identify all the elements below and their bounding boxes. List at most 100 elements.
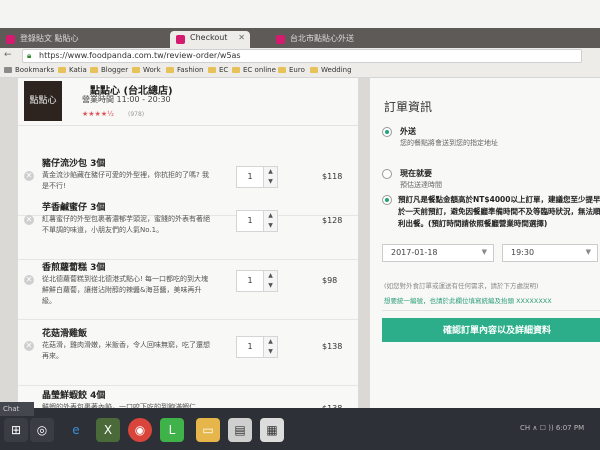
chat-widget[interactable]: Chat	[0, 402, 34, 416]
preorder-text: 預訂凡是餐點金額高於NT$4000以上訂單，建議您至少提早於一天前預訂，避免因餐…	[398, 195, 600, 228]
bookmark-label: Bookmarks	[15, 66, 55, 74]
item-price: $138	[322, 342, 343, 351]
tab-close-icon[interactable]: ✕	[238, 33, 245, 42]
system-tray[interactable]: CH ∧ ☐ )) 6:07 PM	[520, 424, 584, 432]
asap-radio[interactable]	[382, 169, 392, 179]
bookmark-label: Work	[143, 66, 161, 74]
tab-first[interactable]: 登錄貼文 點貼心	[0, 31, 100, 48]
quantity-stepper[interactable]: ▲ ▼	[264, 336, 278, 358]
url-text: https://www.foodpanda.com.tw/review-orde…	[39, 51, 241, 60]
bookmark-ec-online[interactable]: EC online	[232, 66, 276, 74]
confirm-order-button[interactable]: 確認訂單內容以及詳細資料	[382, 318, 600, 342]
folder-icon	[310, 67, 318, 73]
bookmark-blogger[interactable]: Blogger	[90, 66, 128, 74]
bookmark-work[interactable]: Work	[132, 66, 161, 74]
decrement-icon[interactable]: ▼	[268, 282, 273, 289]
bookmark-label: EC	[219, 66, 229, 74]
remove-item-icon[interactable]: ✕	[24, 215, 34, 225]
remove-item-icon[interactable]: ✕	[24, 341, 34, 351]
restaurant-hours: 營業時間 11:00 - 20:30	[82, 95, 171, 104]
ie-browser-icon[interactable]: e	[64, 418, 88, 442]
date-value: 2017-01-18	[391, 248, 438, 257]
folder-icon	[90, 67, 98, 73]
bookmark-label: Blogger	[101, 66, 129, 74]
quantity-input[interactable]: 1	[236, 166, 264, 188]
folder-icon	[278, 67, 286, 73]
tab-favicon-icon	[276, 35, 285, 44]
app-icon[interactable]: ▤	[228, 418, 252, 442]
item-name: 芋香鹹蜜仔 3個	[42, 203, 106, 213]
item-description: 花菇滑，雞肉滑嫩，米飯香，令人回味無窮，吃了還想再來。	[42, 341, 210, 360]
option-subtext: 您的餐點將會送到您的指定地址	[400, 139, 498, 147]
bookmark-label: Euro	[289, 66, 305, 74]
cart-item: 香煎蘿蔔糕 3個 ✕ 從北德蘿蔔糕到從北德港式點心! 每一口都吃的到大塊鮮鮮白蘿…	[18, 260, 358, 320]
lock-icon: 🔒︎	[27, 51, 32, 60]
quantity-input[interactable]: 1	[236, 336, 264, 358]
item-description: 紅薯蜜仔的外型包裹著濃郁芋頭泥，蜜餞的外表有著絕不單調的味道，小朋友們的人氣No…	[42, 215, 210, 234]
notes-icon[interactable]: ▦	[260, 418, 284, 442]
date-select[interactable]: 2017-01-18 ▼	[382, 244, 494, 262]
panel-title: 訂單資訊	[384, 100, 433, 114]
tab-label: 台北市點貼心外送	[290, 34, 354, 43]
option-label: 外送	[400, 127, 416, 136]
increment-icon[interactable]: ▲	[268, 168, 273, 175]
option-subtext: 預估送達時間	[400, 181, 442, 189]
decrement-icon[interactable]: ▼	[268, 222, 273, 229]
increment-icon[interactable]: ▲	[268, 212, 273, 219]
divider	[382, 310, 600, 311]
tab-label: Checkout	[190, 33, 228, 42]
decrement-icon[interactable]: ▼	[268, 178, 273, 185]
browser-tab-strip: 登錄貼文 點貼心 Checkout ✕ 台北市點貼心外送	[0, 28, 600, 48]
remove-item-icon[interactable]: ✕	[24, 275, 34, 285]
cart-item: 花菇滑雞飯 ✕ 花菇滑，雞肉滑嫩，米飯香，令人回味無窮，吃了還想再來。 1 ▲ ▼…	[18, 326, 358, 386]
bookmark-fashion[interactable]: Fashion	[166, 66, 203, 74]
tab-label: 登錄貼文 點貼心	[20, 34, 79, 43]
quantity-stepper[interactable]: ▲ ▼	[264, 270, 278, 292]
screen: 登錄貼文 點貼心 Checkout ✕ 台北市點貼心外送 ← 🔒︎ https:…	[0, 0, 600, 450]
start-icon[interactable]: ⊞	[4, 418, 28, 442]
time-select[interactable]: 19:30 ▼	[502, 244, 598, 262]
folder-icon	[208, 67, 216, 73]
remove-item-icon[interactable]: ✕	[24, 171, 34, 181]
decrement-icon[interactable]: ▼	[268, 348, 273, 355]
tab-favicon-icon	[6, 35, 15, 44]
order-info-panel: 訂單資訊 外送 您的餐點將會送到您的指定地址 現在就要 預估送達時間 預訂凡是餐…	[370, 78, 600, 408]
quantity-input[interactable]: 1	[236, 210, 264, 232]
item-price: $128	[322, 216, 343, 225]
bookmark-wedding[interactable]: Wedding	[310, 66, 352, 74]
increment-icon[interactable]: ▲	[268, 338, 273, 345]
line-icon[interactable]: L	[160, 418, 184, 442]
tax-id-link[interactable]: 想要統一編號，也請於此欄位填寫統編及抬頭 XXXXXXXX	[384, 295, 552, 305]
quantity-stepper[interactable]: ▲ ▼	[264, 166, 278, 188]
tab-third[interactable]: 台北市點貼心外送	[270, 31, 370, 48]
preorder-radio[interactable]	[382, 195, 392, 205]
bookmark-label: Katia	[69, 66, 87, 74]
time-value: 19:30	[511, 248, 535, 257]
browser-toolbar: ← 🔒︎ https://www.foodpanda.com.tw/review…	[0, 48, 600, 64]
quantity-stepper[interactable]: ▲ ▼	[264, 210, 278, 232]
increment-icon[interactable]: ▲	[268, 272, 273, 279]
address-bar[interactable]: 🔒︎ https://www.foodpanda.com.tw/review-o…	[22, 49, 582, 63]
bookmark-euro[interactable]: Euro	[278, 66, 305, 74]
folder-icon[interactable]: ▭	[196, 418, 220, 442]
delivery-radio[interactable]	[382, 127, 392, 137]
order-note-hint: (如您對外食訂單或運送有任何需求，請於下方處說明)	[384, 282, 539, 290]
excel-icon[interactable]: X	[96, 418, 120, 442]
item-name: 晶瑩鮮蝦餃 4個	[42, 391, 106, 401]
back-icon[interactable]: ←	[4, 50, 12, 60]
bookmark-ec[interactable]: EC	[208, 66, 228, 74]
rating-count: (978)	[128, 111, 145, 118]
bookmark-label: Wedding	[321, 66, 352, 74]
chrome-icon[interactable]: ◉	[128, 418, 152, 442]
cart-column: 點點心 點點心 (台北總店) 營業時間 11:00 - 20:30 ★★★★½ …	[18, 78, 358, 448]
tab-checkout[interactable]: Checkout ✕	[170, 31, 250, 48]
windows-taskbar: ⊞ ◎ e X ◉ L ▭ ▤ ▦ CH ∧ ☐ )) 6:07 PM	[0, 408, 600, 450]
bookmarks-apps[interactable]: Bookmarks	[4, 66, 54, 74]
bookmarks-bar: Bookmarks Katia Blogger Work Fashion EC …	[0, 64, 600, 78]
quantity-input[interactable]: 1	[236, 270, 264, 292]
search-icon[interactable]: ◎	[30, 418, 54, 442]
folder-icon	[132, 67, 140, 73]
rating-stars-icon: ★★★★½	[82, 110, 114, 118]
item-name: 香煎蘿蔔糕 3個	[42, 263, 106, 273]
bookmark-katia[interactable]: Katia	[58, 66, 87, 74]
